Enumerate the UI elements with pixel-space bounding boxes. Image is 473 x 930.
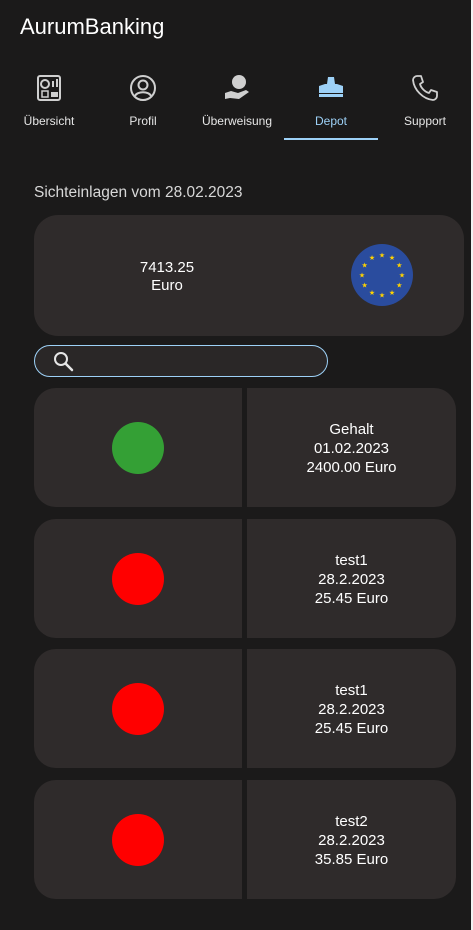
status-dot xyxy=(112,422,164,474)
eu-star: ★ xyxy=(379,292,385,300)
transaction-status-cell xyxy=(34,780,242,899)
eu-star: ★ xyxy=(362,262,368,270)
status-dot xyxy=(112,683,164,735)
eu-star: ★ xyxy=(389,289,395,297)
tab-label: Depot xyxy=(314,114,348,128)
balance-currency: Euro xyxy=(151,277,183,294)
eu-star: ★ xyxy=(396,262,402,270)
transaction-details-cell: test1 28.2.2023 25.45 Euro xyxy=(247,649,456,768)
transaction-row[interactable]: test2 28.2.2023 35.85 Euro xyxy=(34,780,456,899)
eu-star: ★ xyxy=(362,282,368,290)
transaction-details-cell: test2 28.2.2023 35.85 Euro xyxy=(247,780,456,899)
transaction-name: test1 xyxy=(335,552,368,569)
transaction-status-cell xyxy=(34,519,242,638)
tab-bar: Übersicht Profil Überweisung Depot Suppo… xyxy=(0,68,473,142)
user-icon xyxy=(126,71,160,105)
eu-star: ★ xyxy=(369,254,375,262)
active-tab-indicator xyxy=(284,138,378,140)
tab-label: Support xyxy=(403,114,447,128)
transaction-row[interactable]: test1 28.2.2023 25.45 Euro xyxy=(34,649,456,768)
search-input[interactable] xyxy=(83,350,313,372)
tab-ueberweisung[interactable]: Überweisung xyxy=(190,68,284,140)
eu-star: ★ xyxy=(399,272,405,280)
tab-label: Profil xyxy=(129,114,157,128)
money-hand-icon xyxy=(220,71,254,105)
tab-depot[interactable]: Depot xyxy=(284,68,378,140)
balance-value: 7413.25 Euro xyxy=(102,259,232,295)
eu-flag-icon: ★ ★ ★ ★ ★ ★ ★ ★ ★ ★ ★ ★ xyxy=(350,243,414,307)
eu-star: ★ xyxy=(396,282,402,290)
transaction-date: 01.02.2023 xyxy=(313,440,390,457)
status-dot xyxy=(112,553,164,605)
eu-star: ★ xyxy=(369,289,375,297)
depot-icon xyxy=(314,71,348,105)
transaction-date: 28.2.2023 xyxy=(318,571,385,588)
transaction-date: 28.2.2023 xyxy=(318,701,385,718)
balance-amount: 7413.25 xyxy=(139,259,195,276)
transaction-status-cell xyxy=(34,388,242,507)
search-icon xyxy=(54,352,74,372)
tab-support[interactable]: Support xyxy=(378,68,472,140)
balance-card: 7413.25 Euro ★ ★ ★ ★ ★ ★ ★ ★ ★ ★ ★ ★ xyxy=(34,215,464,336)
transaction-date: 28.2.2023 xyxy=(318,832,385,849)
transaction-info: test2 28.2.2023 35.85 Euro xyxy=(247,812,456,869)
transaction-row[interactable]: test1 28.2.2023 25.45 Euro xyxy=(34,519,456,638)
transaction-details-cell: test1 28.2.2023 25.45 Euro xyxy=(247,519,456,638)
transaction-name: Gehalt xyxy=(329,421,374,438)
transaction-row[interactable]: Gehalt 01.02.2023 2400.00 Euro xyxy=(34,388,456,507)
transaction-amount: 25.45 Euro xyxy=(314,720,389,737)
page-subtitle: Sichteinlagen vom 28.02.2023 xyxy=(34,184,243,201)
transaction-info: test1 28.2.2023 25.45 Euro xyxy=(247,681,456,738)
transaction-info: test1 28.2.2023 25.45 Euro xyxy=(247,551,456,608)
transaction-amount: 25.45 Euro xyxy=(314,590,389,607)
eu-star: ★ xyxy=(389,254,395,262)
transaction-amount: 35.85 Euro xyxy=(314,851,389,868)
eu-star: ★ xyxy=(379,252,385,260)
transaction-amount: 2400.00 Euro xyxy=(306,459,397,476)
eu-star: ★ xyxy=(359,272,365,280)
transaction-name: test1 xyxy=(335,682,368,699)
transaction-name: test2 xyxy=(335,813,368,830)
app-title: AurumBanking xyxy=(20,14,165,39)
search-field[interactable] xyxy=(34,345,328,377)
chart-report-icon xyxy=(32,71,66,105)
tab-label: Überweisung xyxy=(201,114,273,128)
tab-label: Übersicht xyxy=(23,114,75,128)
tab-profil[interactable]: Profil xyxy=(96,68,190,140)
tab-uebersicht[interactable]: Übersicht xyxy=(2,68,96,140)
transaction-info: Gehalt 01.02.2023 2400.00 Euro xyxy=(247,420,456,477)
phone-icon xyxy=(408,71,442,105)
transaction-status-cell xyxy=(34,649,242,768)
status-dot xyxy=(112,814,164,866)
transaction-details-cell: Gehalt 01.02.2023 2400.00 Euro xyxy=(247,388,456,507)
